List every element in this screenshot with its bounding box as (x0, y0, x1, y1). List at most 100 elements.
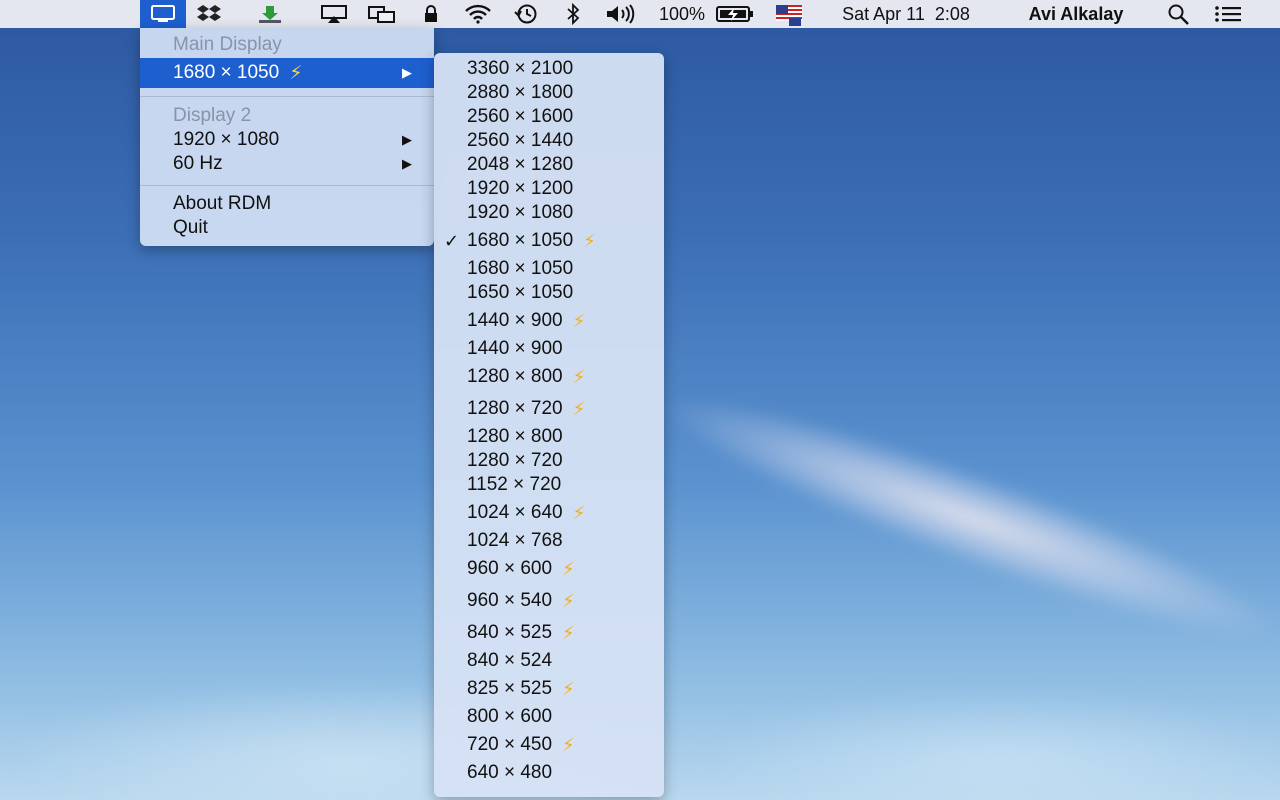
clock[interactable]: Sat Apr 11 2:08 (816, 0, 996, 28)
resolution-item[interactable]: 720 × 450 ⚡ (434, 733, 664, 757)
notification-center-icon[interactable] (1210, 0, 1246, 28)
dropbox-icon[interactable] (194, 0, 224, 28)
hidpi-bolt-icon: ⚡ (562, 590, 575, 611)
resolution-label: 1680 × 1050 (467, 230, 574, 251)
resolution-label: 2880 × 1800 (467, 82, 574, 103)
resolution-item[interactable]: 960 × 600 ⚡ (434, 557, 664, 581)
download-icon[interactable] (254, 0, 286, 28)
main-display-header: Main Display (140, 33, 434, 57)
resolution-label: 1650 × 1050 (467, 282, 574, 303)
resolution-item[interactable]: 2560 × 1600 (434, 105, 664, 129)
hidpi-bolt-icon: ⚡ (583, 230, 596, 251)
resolution-label: 2560 × 1600 (467, 106, 574, 127)
display2-refresh-item[interactable]: 60 Hz ▶ (140, 152, 434, 176)
resolution-label: 1152 × 720 (467, 474, 562, 495)
resolution-label: 1280 × 720 (467, 398, 563, 419)
battery-percent-label: 100% (658, 3, 706, 24)
resolution-item[interactable]: 2560 × 1440 (434, 129, 664, 153)
bluetooth-icon[interactable] (562, 0, 584, 28)
quit-label: Quit (173, 217, 208, 238)
hidpi-bolt-icon: ⚡ (562, 734, 575, 755)
submenu-arrow-icon: ▶ (402, 156, 412, 171)
resolution-label: 720 × 450 (467, 734, 553, 755)
resolution-item[interactable]: 2880 × 1800 (434, 81, 664, 105)
display2-refresh-label: 60 Hz (173, 153, 223, 174)
lock-icon[interactable] (420, 0, 442, 28)
wifi-icon[interactable] (462, 0, 494, 28)
resolution-item[interactable]: 1280 × 800 ⚡ (434, 365, 664, 389)
resolution-label: 960 × 600 (467, 558, 553, 579)
time-machine-icon[interactable] (510, 0, 542, 28)
resolution-label: 1280 × 800 (467, 426, 563, 447)
resolution-item[interactable]: 1440 × 900 (434, 337, 664, 361)
hidpi-bolt-icon: ⚡ (572, 310, 586, 331)
resolution-item[interactable]: 1024 × 640 ⚡ (434, 501, 664, 525)
resolution-label: 1024 × 640 (467, 502, 563, 523)
resolution-item[interactable]: ✓ 1680 × 1050 ⚡ (434, 229, 664, 253)
resolution-label: 2048 × 1280 (467, 154, 574, 175)
resolution-item[interactable]: 1650 × 1050 (434, 281, 664, 305)
battery-icon[interactable] (714, 0, 756, 28)
wallpaper-cloud (700, 690, 1280, 800)
display2-header: Display 2 (140, 104, 434, 128)
resolution-item[interactable]: 840 × 525 ⚡ (434, 621, 664, 645)
hidpi-bolt-icon: ⚡ (572, 366, 586, 387)
hidpi-bolt-icon: ⚡ (572, 502, 586, 523)
resolution-label: 1280 × 800 (467, 366, 563, 387)
volume-icon[interactable] (604, 0, 640, 28)
resolution-item[interactable]: 1280 × 800 (434, 425, 664, 449)
user-name: Avi Alkalay (1028, 3, 1124, 24)
clock-label: Sat Apr 11 2:08 (842, 3, 970, 24)
resolution-label: 840 × 525 (467, 622, 553, 643)
resolution-label: 1440 × 900 (467, 310, 563, 331)
main-display-header-label: Main Display (173, 34, 282, 55)
resolution-item[interactable]: 840 × 524 (434, 649, 664, 673)
main-display-resolution-item[interactable]: 1680 × 1050 ⚡ ▶ (140, 58, 434, 88)
spotlight-icon[interactable] (1164, 0, 1194, 28)
resolution-item[interactable]: 1152 × 720 (434, 473, 664, 497)
resolution-item[interactable]: 1680 × 1050 (434, 257, 664, 281)
resolution-item[interactable]: 825 × 525 ⚡ (434, 677, 664, 701)
resolution-item[interactable]: 1280 × 720 (434, 449, 664, 473)
hidpi-bolt-icon: ⚡ (562, 622, 575, 643)
resolution-item[interactable]: 1920 × 1080 (434, 201, 664, 225)
hidpi-bolt-icon: ⚡ (289, 62, 303, 84)
wallpaper-cloud (644, 362, 1280, 674)
resolution-submenu: 3360 × 2100 2880 × 1800 2560 × 1600 2560 × … (434, 53, 664, 797)
quit-item[interactable]: Quit (140, 216, 434, 240)
menu-separator (140, 96, 434, 97)
resolution-item[interactable]: 1024 × 768 (434, 529, 664, 553)
display2-header-label: Display 2 (173, 105, 252, 126)
resolution-label: 640 × 480 (467, 762, 553, 783)
menu-separator (140, 185, 434, 186)
hidpi-bolt-icon: ⚡ (562, 678, 575, 699)
resolution-item[interactable]: 2048 × 1280 (434, 153, 664, 177)
airplay-icon[interactable] (318, 0, 350, 28)
resolution-label: 840 × 524 (467, 650, 553, 671)
resolution-label: 2560 × 1440 (467, 130, 574, 151)
display-icon[interactable] (140, 0, 186, 28)
resolution-item[interactable]: 1280 × 720 ⚡ (434, 397, 664, 421)
user-menu[interactable]: Avi Alkalay (1010, 0, 1142, 28)
resolution-item[interactable]: 800 × 600 (434, 705, 664, 729)
resolution-item[interactable]: 1440 × 900 ⚡ (434, 309, 664, 333)
display2-resolution-item[interactable]: 1920 × 1080 ▶ (140, 128, 434, 152)
resolution-item[interactable]: 640 × 480 (434, 761, 664, 785)
resolution-label: 1920 × 1200 (467, 178, 574, 199)
rdm-menu: Main Display 1680 × 1050 ⚡ ▶ Display 2 1… (140, 28, 434, 246)
resolution-label: 1920 × 1080 (467, 202, 574, 223)
screens-icon[interactable] (366, 0, 398, 28)
resolution-item[interactable]: 1920 × 1200 (434, 177, 664, 201)
display2-resolution-label: 1920 × 1080 (173, 129, 280, 150)
resolution-item[interactable]: 960 × 540 ⚡ (434, 589, 664, 613)
flag-icon[interactable] (774, 0, 804, 28)
resolution-label: 1680 × 1050 (467, 258, 574, 279)
resolution-label: 960 × 540 (467, 590, 553, 611)
main-resolution-label: 1680 × 1050 (173, 62, 280, 83)
submenu-arrow-icon: ▶ (402, 132, 412, 147)
resolution-item[interactable]: 3360 × 2100 (434, 57, 664, 81)
about-rdm-item[interactable]: About RDM (140, 192, 434, 216)
resolution-label: 1440 × 900 (467, 338, 563, 359)
menu-bar: 100% Sat Apr 11 2:08 Avi Alkalay (0, 0, 1280, 28)
checkmark-icon: ✓ (444, 230, 460, 251)
